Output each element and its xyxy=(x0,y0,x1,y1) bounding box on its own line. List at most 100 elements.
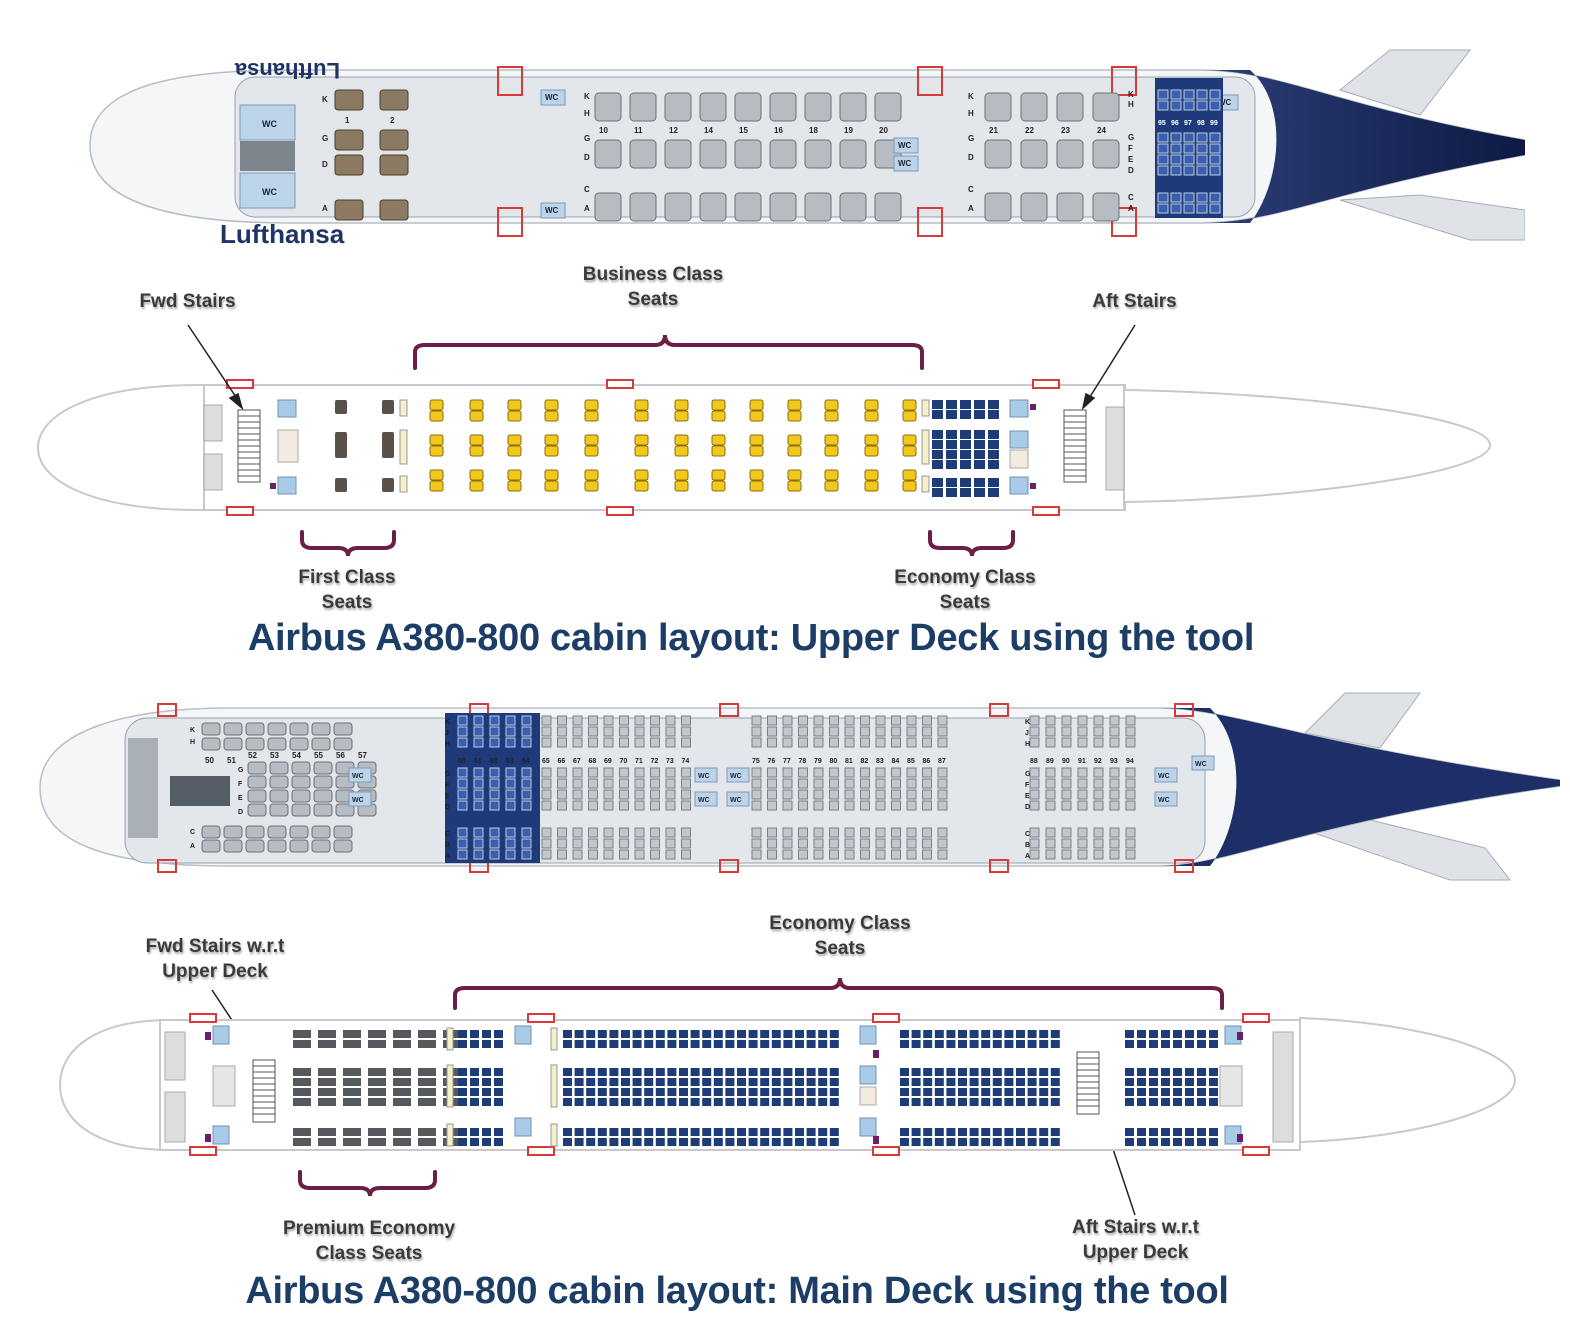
economy-seat xyxy=(860,737,870,748)
economy-seat xyxy=(934,1078,944,1086)
economy-seat xyxy=(1093,838,1104,849)
economy-seat xyxy=(621,1068,630,1076)
row-label: 63 xyxy=(506,758,514,765)
economy-seat xyxy=(1109,849,1120,860)
row-label: 55 xyxy=(314,751,323,760)
economy-seat xyxy=(875,778,886,789)
economy-seat xyxy=(1039,1128,1049,1136)
economy-seat xyxy=(1125,849,1136,860)
row-label: 88 xyxy=(1030,758,1038,765)
economy-seat xyxy=(958,1078,967,1086)
economy-seat xyxy=(574,1068,584,1076)
economy-seat xyxy=(482,1128,491,1136)
economy-seat xyxy=(946,1088,956,1096)
premium-seat xyxy=(289,722,309,736)
galley-block xyxy=(128,738,158,838)
economy-seat xyxy=(632,1138,642,1146)
economy-seat xyxy=(725,1138,735,1146)
economy-seat xyxy=(922,715,932,726)
economy-seat xyxy=(937,767,948,778)
economy-seat xyxy=(458,1040,467,1048)
economy-seat xyxy=(521,838,532,849)
economy-seat xyxy=(813,827,824,838)
premium-seat xyxy=(418,1030,436,1038)
economy-seat xyxy=(934,1068,944,1076)
premium-seat xyxy=(293,1128,311,1136)
row-label: 81 xyxy=(845,758,853,765)
economy-seat xyxy=(458,1098,467,1106)
row-label: 93 xyxy=(1110,758,1118,765)
bracket-premium xyxy=(298,1170,437,1197)
economy-seat xyxy=(1161,1138,1170,1146)
economy-seat xyxy=(1125,1138,1134,1146)
economy-seat xyxy=(632,1030,642,1038)
economy-seat xyxy=(494,1138,503,1146)
economy-seat xyxy=(875,800,886,811)
economy-seat xyxy=(1004,1040,1014,1048)
economy-seat xyxy=(1050,1098,1060,1106)
economy-seat xyxy=(969,1068,979,1076)
economy-seat xyxy=(795,1138,804,1146)
premium-seat xyxy=(293,1088,311,1096)
economy-seat xyxy=(798,827,808,838)
premium-seat xyxy=(201,737,221,751)
closet-icon xyxy=(873,1136,879,1144)
economy-seat xyxy=(767,726,777,737)
premium-seat xyxy=(318,1068,336,1076)
economy-seat xyxy=(621,1030,630,1038)
economy-seat xyxy=(900,1138,909,1146)
economy-seat xyxy=(609,1068,619,1076)
economy-seat xyxy=(489,715,500,726)
economy-seat xyxy=(1173,1138,1182,1146)
row-label: 75 xyxy=(752,758,760,765)
economy-seat xyxy=(923,1098,933,1106)
economy-seat xyxy=(572,767,583,778)
seat-letter: D xyxy=(445,804,450,811)
economy-seat xyxy=(621,1138,630,1146)
economy-seat xyxy=(457,789,468,800)
premium-seat xyxy=(368,1040,386,1048)
economy-seat xyxy=(1125,1128,1134,1136)
economy-seat xyxy=(557,827,567,838)
economy-seat xyxy=(798,778,808,789)
economy-seat xyxy=(621,1040,630,1048)
economy-seat xyxy=(958,1068,967,1076)
economy-seat xyxy=(875,767,886,778)
premium-seat xyxy=(201,839,221,853)
economy-seat xyxy=(1016,1068,1025,1076)
economy-seat xyxy=(650,800,660,811)
economy-seat xyxy=(1093,737,1104,748)
economy-seat xyxy=(572,726,583,737)
economy-seat xyxy=(923,1128,933,1136)
economy-seat xyxy=(690,1098,700,1106)
economy-seat xyxy=(494,1068,503,1076)
economy-seat xyxy=(981,1128,991,1136)
economy-seat xyxy=(844,800,855,811)
row-label: 51 xyxy=(227,756,236,765)
economy-seat xyxy=(603,789,614,800)
row-label: 72 xyxy=(651,758,659,765)
premium-seat xyxy=(343,1138,361,1146)
premium-seat xyxy=(318,1088,336,1096)
premium-seat xyxy=(343,1098,361,1106)
economy-seat xyxy=(1109,767,1120,778)
economy-seat xyxy=(489,737,500,748)
economy-seat xyxy=(760,1128,770,1136)
economy-seat xyxy=(681,715,691,726)
premium-seat xyxy=(311,839,331,853)
economy-seat xyxy=(681,726,691,737)
economy-seat xyxy=(813,838,824,849)
economy-seat xyxy=(619,827,629,838)
economy-seat xyxy=(922,827,932,838)
economy-seat xyxy=(922,800,932,811)
premium-seat xyxy=(291,803,311,817)
economy-seat xyxy=(470,1068,479,1076)
economy-seat xyxy=(644,1030,654,1038)
economy-seat xyxy=(1077,827,1088,838)
economy-seat xyxy=(760,1040,770,1048)
premium-seat xyxy=(293,1078,311,1086)
row-label: 84 xyxy=(892,758,900,765)
economy-seat xyxy=(563,1040,572,1048)
economy-seat xyxy=(586,1098,596,1106)
economy-seat xyxy=(829,827,839,838)
